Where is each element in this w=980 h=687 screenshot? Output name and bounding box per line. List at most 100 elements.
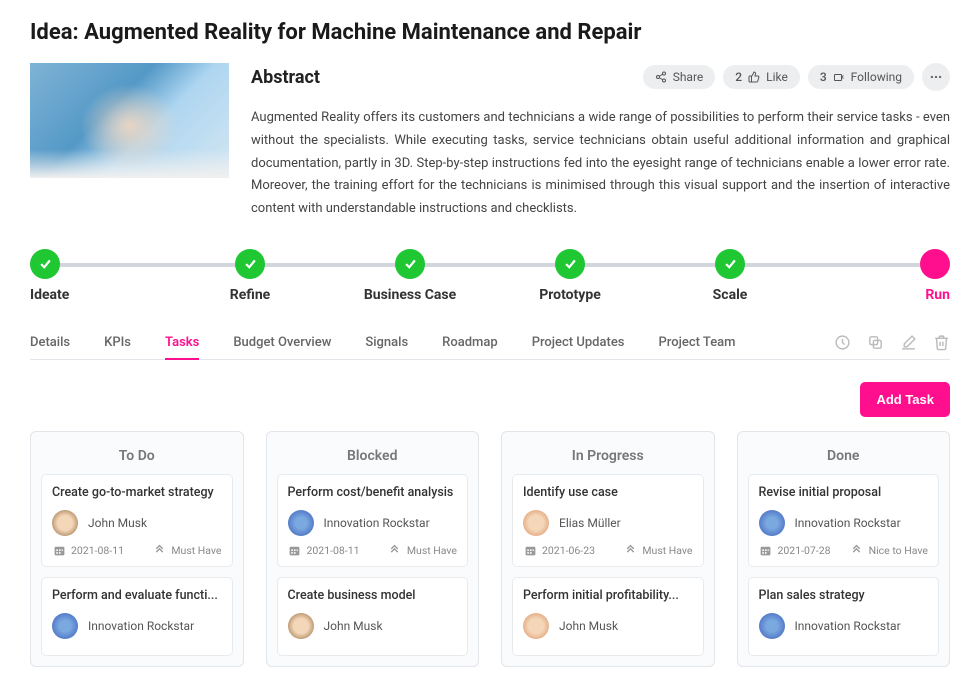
abstract-column: Abstract Share 2 Like 3 [251,63,950,221]
task-title: Identify use case [523,485,693,500]
calendar-icon [759,544,773,558]
header-row: Abstract Share 2 Like 3 [30,63,950,221]
task-meta: 2021-08-11Must Have [52,544,222,558]
edit-icon[interactable] [900,334,917,351]
stage-business-case[interactable]: Business Case [350,249,470,309]
check-icon [555,249,585,279]
column-header: Blocked [277,442,469,474]
task-card[interactable]: Revise initial proposal Innovation Rockst… [748,474,940,567]
trash-icon[interactable] [933,334,950,351]
column-header: To Do [41,442,233,474]
tab-kpis[interactable]: KPIs [104,327,131,358]
task-title: Create go-to-market strategy [52,485,222,500]
task-meta: 2021-06-23Must Have [523,544,693,558]
task-title: Perform and evaluate functi... [52,588,222,603]
check-icon [30,249,60,279]
assignee-name: John Musk [559,619,618,633]
stage-refine[interactable]: Refine [190,249,310,309]
assignee-name: Elias Müller [559,516,621,530]
share-label: Share [673,70,704,84]
task-title: Create business model [288,588,458,603]
priority-icon [388,544,402,558]
task-priority: Must Have [388,544,457,558]
task-date: 2021-07-28 [759,544,831,558]
task-title: Plan sales strategy [759,588,929,603]
tab-budget-overview[interactable]: Budget Overview [233,327,331,358]
stage-label: Business Case [364,287,456,303]
stage-label: Scale [713,287,748,303]
task-card[interactable]: Identify use case Elias Müller 2021-06-23M… [512,474,704,567]
task-card[interactable]: Plan sales strategy Innovation Rockstar [748,577,940,656]
tab-action-icons [834,334,950,351]
kanban-column-to-do: To Do Create go-to-market strategy John Mu… [30,431,244,667]
follow-label: Following [851,70,902,84]
avatar [52,613,78,639]
assignee-name: Innovation Rockstar [795,619,901,633]
active-dot-icon [920,249,950,279]
stage-ideate[interactable]: Ideate [30,249,150,309]
kanban-column-in-progress: In ProgressIdentify use caseElias Müller… [501,431,715,667]
header-actions: Share 2 Like 3 Following [643,63,950,91]
stage-label: Run [925,287,950,303]
task-title: Perform cost/benefit analysis [288,485,458,500]
stage-label: Ideate [30,287,69,303]
like-label: Like [766,70,788,84]
stage-pipeline: Ideate Refine Business Case Prototype Scale R… [30,249,950,309]
check-icon [235,249,265,279]
like-count: 2 [735,70,742,84]
stage-run[interactable]: Run [830,249,950,309]
task-priority: Nice to Have [850,544,928,558]
task-card[interactable]: Create go-to-market strategy John Musk 202… [41,474,233,567]
avatar [523,613,549,639]
task-assignee: Innovation Rockstar [759,613,929,639]
task-meta: 2021-07-28 Nice to Have [759,544,929,558]
check-icon [395,249,425,279]
task-card[interactable]: Create business model John Musk [277,577,469,656]
assignee-name: Innovation Rockstar [88,619,194,633]
share-button[interactable]: Share [643,65,716,89]
add-task-button[interactable]: Add Task [860,382,950,417]
follow-count: 3 [820,70,827,84]
task-assignee: Innovation Rockstar [288,510,458,536]
follow-button[interactable]: 3 Following [808,65,914,89]
tabbar: Details KPIs Tasks Budget Overview Signals Ro… [30,327,950,360]
task-card[interactable]: Perform cost/benefit analysis Innovation … [277,474,469,567]
tab-project-team[interactable]: Project Team [659,327,736,358]
task-title: Perform initial profitability... [523,588,693,603]
check-icon [715,249,745,279]
abstract-heading: Abstract [251,67,320,88]
tab-roadmap[interactable]: Roadmap [442,327,498,358]
tab-tasks[interactable]: Tasks [165,327,199,360]
priority-icon [850,544,864,558]
task-card[interactable]: Perform and evaluate functi... Innovation… [41,577,233,656]
stage-scale[interactable]: Scale [670,249,790,309]
assignee-name: Innovation Rockstar [324,516,430,530]
task-priority: Must Have [623,544,692,558]
task-assignee: John Musk [52,510,222,536]
calendar-icon [288,544,302,558]
task-assignee: John Musk [288,613,458,639]
copy-icon[interactable] [867,334,884,351]
task-assignee: Innovation Rockstar [52,613,222,639]
like-button[interactable]: 2 Like [723,65,800,89]
tab-project-updates[interactable]: Project Updates [532,327,625,358]
tab-signals[interactable]: Signals [365,327,408,358]
task-date: 2021-08-11 [288,544,360,558]
stage-prototype[interactable]: Prototype [510,249,630,309]
task-title: Revise initial proposal [759,485,929,500]
share-icon [655,71,667,83]
kanban-column-done: DoneRevise initial proposalInnovation Ro… [737,431,951,667]
avatar [523,510,549,536]
assignee-name: John Musk [88,516,147,530]
tab-details[interactable]: Details [30,327,70,358]
more-menu-button[interactable] [922,63,950,91]
assignee-name: Innovation Rockstar [795,516,901,530]
avatar [52,510,78,536]
task-meta: 2021-08-11 Must Have [288,544,458,558]
task-assignee: Innovation Rockstar [759,510,929,536]
page-title: Idea: Augmented Reality for Machine Main… [30,20,950,45]
avatar [288,613,314,639]
history-icon[interactable] [834,334,851,351]
task-card[interactable]: Perform initial profitability... John Mus… [512,577,704,656]
kanban-column-blocked: Blocked Perform cost/benefit analysis Inno… [266,431,480,667]
